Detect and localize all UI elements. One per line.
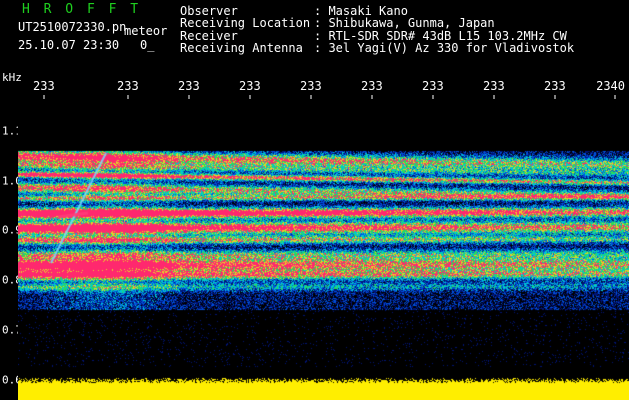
x-tick-label: 233 <box>178 79 200 93</box>
location-row: Receiving Location : Shibukawa, Gunma, J… <box>180 16 574 31</box>
x-tick-label: 233 <box>117 79 139 93</box>
file-name: UT2510072330.pn <box>18 20 127 34</box>
antenna-row: Receiving Antenna : 3el Yagi(V) Az 330 f… <box>180 40 575 55</box>
x-tick-label: 233 <box>33 79 55 93</box>
x-tick-label: 233 <box>361 79 383 93</box>
meteor-label: meteor <box>124 24 168 38</box>
x-tick-label: 2340 <box>596 79 626 93</box>
x-tick-label: 233 <box>483 79 505 93</box>
location-value: : Shibukawa, Gunma, Japan <box>314 16 495 31</box>
x-tick-label: 233 <box>239 79 261 93</box>
x-tick-label: 233 <box>300 79 322 93</box>
app-title: H R O F F T <box>22 2 142 17</box>
x-tick-marks <box>43 95 616 99</box>
antenna-value: : 3el Yagi(V) Az 330 for Vladivostok <box>314 40 575 55</box>
spectrogram-plot <box>18 95 629 400</box>
y-axis-unit: kHz <box>2 71 22 84</box>
timestamp: 25.10.07 23:30 <box>18 38 120 52</box>
location-label: Receiving Location <box>180 16 311 31</box>
antenna-label: Receiving Antenna <box>180 40 303 55</box>
x-tick-label: 233 <box>422 79 444 93</box>
x-tick-label: 233 <box>544 79 566 93</box>
meteor-count: 0_ <box>140 38 155 52</box>
spectrogram-overlay <box>43 95 616 99</box>
station-info: Observer : Masaki Kano Receiving Locatio… <box>180 5 574 54</box>
